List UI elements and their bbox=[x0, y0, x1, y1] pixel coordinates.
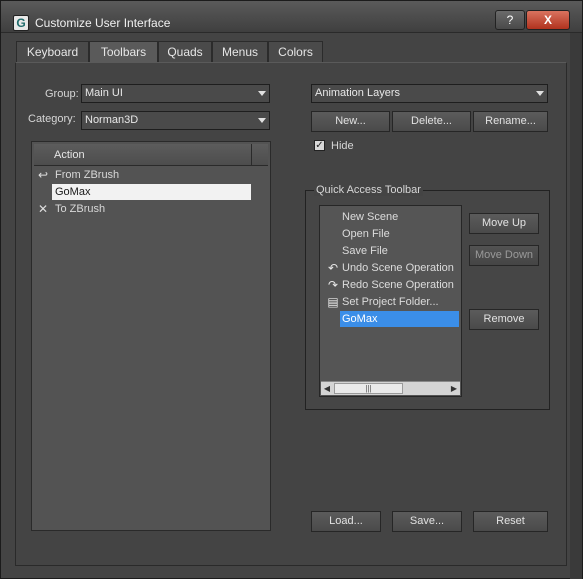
toolbar-select-value: Animation Layers bbox=[315, 87, 400, 99]
list-item-undo-scene-operation[interactable]: Undo Scene Operation bbox=[342, 260, 454, 276]
redo-icon: ↷ bbox=[327, 278, 339, 292]
load-button[interactable]: Load... bbox=[311, 511, 381, 532]
hide-label: Hide bbox=[331, 140, 354, 152]
quick-access-group-title: Quick Access Toolbar bbox=[314, 184, 423, 196]
tab-toolbars[interactable]: Toolbars bbox=[89, 41, 158, 63]
list-item-new-scene[interactable]: New Scene bbox=[342, 209, 398, 225]
remove-button[interactable]: Remove bbox=[469, 309, 539, 330]
list-item-gomax[interactable]: GoMax bbox=[52, 184, 251, 200]
chevron-down-icon bbox=[536, 91, 544, 96]
list-item-to-zbrush[interactable]: ✕ To ZBrush bbox=[38, 201, 238, 217]
window-title: Customize User Interface bbox=[35, 16, 171, 30]
tab-keyboard[interactable]: Keyboard bbox=[16, 41, 89, 63]
column-divider bbox=[251, 144, 252, 166]
scroll-right-icon[interactable]: ▶ bbox=[448, 382, 460, 395]
group-label: Group: bbox=[45, 88, 79, 100]
zbrush-import-icon: ↩ bbox=[38, 168, 49, 182]
title-bar[interactable]: G Customize User Interface ? X bbox=[1, 1, 582, 33]
delete-button[interactable]: Delete... bbox=[392, 111, 471, 132]
scroll-thumb[interactable]: ||| bbox=[334, 383, 403, 394]
hide-checkbox[interactable]: ✓ bbox=[314, 140, 325, 151]
scroll-left-icon[interactable]: ◀ bbox=[321, 382, 333, 395]
move-up-button[interactable]: Move Up bbox=[469, 213, 539, 234]
list-item-save-file[interactable]: Save File bbox=[342, 243, 388, 259]
new-button[interactable]: New... bbox=[311, 111, 390, 132]
rename-button[interactable]: Rename... bbox=[473, 111, 548, 132]
zbrush-export-icon: ✕ bbox=[38, 202, 49, 216]
window-right-edge bbox=[570, 33, 582, 579]
save-button[interactable]: Save... bbox=[392, 511, 462, 532]
toolbar-select[interactable]: Animation Layers bbox=[311, 84, 548, 103]
customize-ui-dialog: G Customize User Interface ? X Keyboard … bbox=[0, 0, 583, 579]
category-select-value: Norman3D bbox=[85, 114, 139, 126]
list-item-open-file[interactable]: Open File bbox=[342, 226, 390, 242]
project-folder-icon: ▤ bbox=[327, 295, 339, 309]
chevron-down-icon bbox=[258, 91, 266, 96]
tab-colors[interactable]: Colors bbox=[268, 41, 323, 63]
category-select[interactable]: Norman3D bbox=[81, 111, 270, 130]
list-item-redo-scene-operation[interactable]: Redo Scene Operation bbox=[342, 277, 454, 293]
action-column-header: Action bbox=[54, 149, 85, 161]
list-item-set-project-folder[interactable]: Set Project Folder... bbox=[342, 294, 439, 310]
tab-quads[interactable]: Quads bbox=[158, 41, 212, 63]
list-header[interactable]: Action bbox=[34, 144, 268, 166]
list-item-from-zbrush[interactable]: ↩ From ZBrush bbox=[38, 167, 238, 183]
list-item-gomax-selected[interactable]: GoMax bbox=[340, 311, 459, 327]
close-button[interactable]: X bbox=[526, 10, 570, 30]
group-select[interactable]: Main UI bbox=[81, 84, 270, 103]
tab-menus[interactable]: Menus bbox=[212, 41, 268, 63]
move-down-button[interactable]: Move Down bbox=[469, 245, 539, 266]
reset-button[interactable]: Reset bbox=[473, 511, 548, 532]
chevron-down-icon bbox=[258, 118, 266, 123]
horizontal-scrollbar[interactable]: ◀ ||| ▶ bbox=[321, 381, 460, 395]
help-button[interactable]: ? bbox=[495, 10, 525, 30]
app-logo-icon: G bbox=[13, 15, 29, 31]
category-label: Category: bbox=[28, 113, 76, 125]
action-list[interactable]: Action ↩ From ZBrush GoMax ✕ To ZBrush bbox=[31, 141, 271, 531]
group-select-value: Main UI bbox=[85, 87, 123, 99]
undo-icon: ↶ bbox=[327, 261, 339, 275]
quick-access-list[interactable]: New Scene Open File Save File ↶ Undo Sce… bbox=[319, 205, 462, 397]
